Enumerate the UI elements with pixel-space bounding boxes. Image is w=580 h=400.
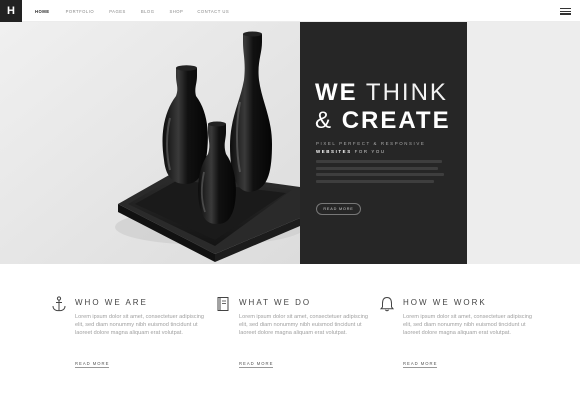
feature-text: Lorem ipsum dolor sit amet, consectetuer… — [75, 314, 205, 336]
hero-read-more-button[interactable]: READ MORE — [316, 203, 361, 215]
nav-item-home[interactable]: HOME — [35, 9, 50, 14]
feature-read-more-link[interactable]: READ MORE — [239, 361, 274, 368]
hamburger-icon[interactable] — [560, 8, 571, 15]
bell-icon — [379, 296, 395, 312]
main-menu: HOME PORTFOLIO PAGES BLOG SHOP CONTACT U… — [35, 0, 229, 22]
hero-headline-line2: & CREATE — [315, 108, 451, 134]
nav-item-shop[interactable]: SHOP — [169, 9, 183, 14]
feature-text: Lorem ipsum dolor sit amet, consectetuer… — [239, 314, 369, 336]
hero-right-bg — [467, 22, 580, 264]
anchor-icon — [52, 296, 66, 312]
subtitle-websites: WEBSITES — [316, 149, 352, 154]
hero-headline-line1: WE THINK — [315, 80, 448, 106]
nav-item-pages[interactable]: PAGES — [109, 9, 126, 14]
features-section: WHO WE ARE Lorem ipsum dolor sit amet, c… — [0, 264, 580, 400]
top-navbar: H HOME PORTFOLIO PAGES BLOG SHOP CONTACT… — [0, 0, 580, 22]
subtitle-for-you: FOR YOU — [354, 149, 386, 154]
headline-we: WE — [315, 79, 358, 106]
feature-read-more-link[interactable]: READ MORE — [403, 361, 438, 368]
hero-section: WE THINK & CREATE PIXEL PERFECT & RESPON… — [0, 22, 580, 264]
feature-title: HOW WE WORK — [403, 298, 487, 307]
nav-item-blog[interactable]: BLOG — [141, 9, 155, 14]
feature-text: Lorem ipsum dolor sit amet, consectetuer… — [403, 314, 533, 336]
hero-paragraph-placeholder — [316, 160, 446, 186]
logo[interactable]: H — [0, 0, 22, 22]
feature-title: WHO WE ARE — [75, 298, 148, 307]
hero-text-panel: WE THINK & CREATE PIXEL PERFECT & RESPON… — [300, 22, 467, 264]
headline-create: CREATE — [341, 107, 451, 134]
feature-title: WHAT WE DO — [239, 298, 312, 307]
feature-read-more-link[interactable]: READ MORE — [75, 361, 110, 368]
book-icon — [217, 297, 229, 311]
hero-subtitle-line2: WEBSITES FOR YOU — [316, 149, 386, 154]
nav-item-portfolio[interactable]: PORTFOLIO — [66, 9, 95, 14]
headline-amp: & — [315, 107, 334, 134]
vases-image — [0, 22, 300, 264]
hero-subtitle-line1: PIXEL PERFECT & RESPONSIVE — [316, 141, 426, 146]
headline-think: THINK — [365, 79, 448, 106]
nav-item-contact[interactable]: CONTACT US — [197, 9, 229, 14]
